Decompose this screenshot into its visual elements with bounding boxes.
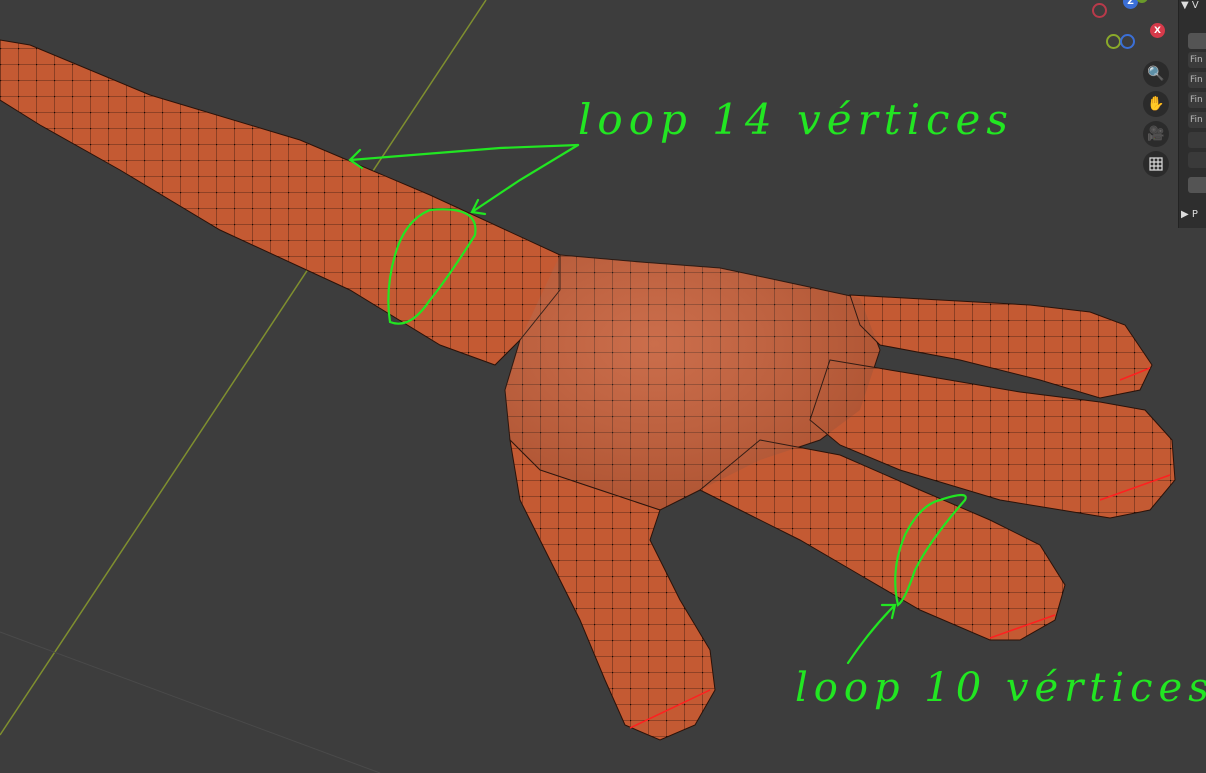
panel-field[interactable]: Fin bbox=[1188, 52, 1206, 68]
hand-mesh bbox=[0, 39, 1176, 741]
gizmo-neg-y[interactable] bbox=[1106, 34, 1121, 49]
panel-row[interactable] bbox=[1188, 132, 1206, 148]
gizmo-x-axis[interactable]: X bbox=[1150, 23, 1165, 38]
panel-field[interactable]: Fin bbox=[1188, 72, 1206, 88]
annotation-bottom-text: loop 10 vértices bbox=[795, 665, 1206, 711]
panel-row[interactable] bbox=[1188, 177, 1206, 193]
panel-row[interactable] bbox=[1188, 152, 1206, 168]
floor-grid-line bbox=[0, 631, 381, 773]
hand-pan-icon[interactable]: ✋ bbox=[1143, 91, 1169, 117]
gizmo-neg-x[interactable] bbox=[1092, 3, 1107, 18]
grid-icon-glyph bbox=[1149, 157, 1163, 171]
bottom-arrow-line bbox=[846, 603, 897, 665]
panel-row[interactable] bbox=[1188, 33, 1206, 49]
panel-field[interactable]: Fin bbox=[1188, 92, 1206, 108]
annotation-top-text: loop 14 vértices bbox=[578, 95, 1014, 144]
top-arrow-line-2 bbox=[470, 143, 580, 216]
camera-icon[interactable]: 🎥 bbox=[1143, 121, 1169, 147]
arm-mesh bbox=[0, 39, 601, 366]
3d-viewport[interactable]: loop 14 vértices loop 10 vértices bbox=[0, 0, 1206, 773]
gizmo-neg-z[interactable] bbox=[1120, 34, 1135, 49]
panel-header[interactable]: ▼ V bbox=[1181, 0, 1199, 16]
panel-field[interactable]: Fin bbox=[1188, 112, 1206, 128]
panel-collapsed-header[interactable]: ▶ P bbox=[1181, 209, 1198, 225]
zoom-icon[interactable]: 🔍 bbox=[1143, 61, 1169, 87]
sidebar-panel[interactable]: ▼ V Fin Fin Fin Fin ▶ P bbox=[1178, 0, 1206, 228]
grid-icon[interactable] bbox=[1143, 151, 1169, 177]
